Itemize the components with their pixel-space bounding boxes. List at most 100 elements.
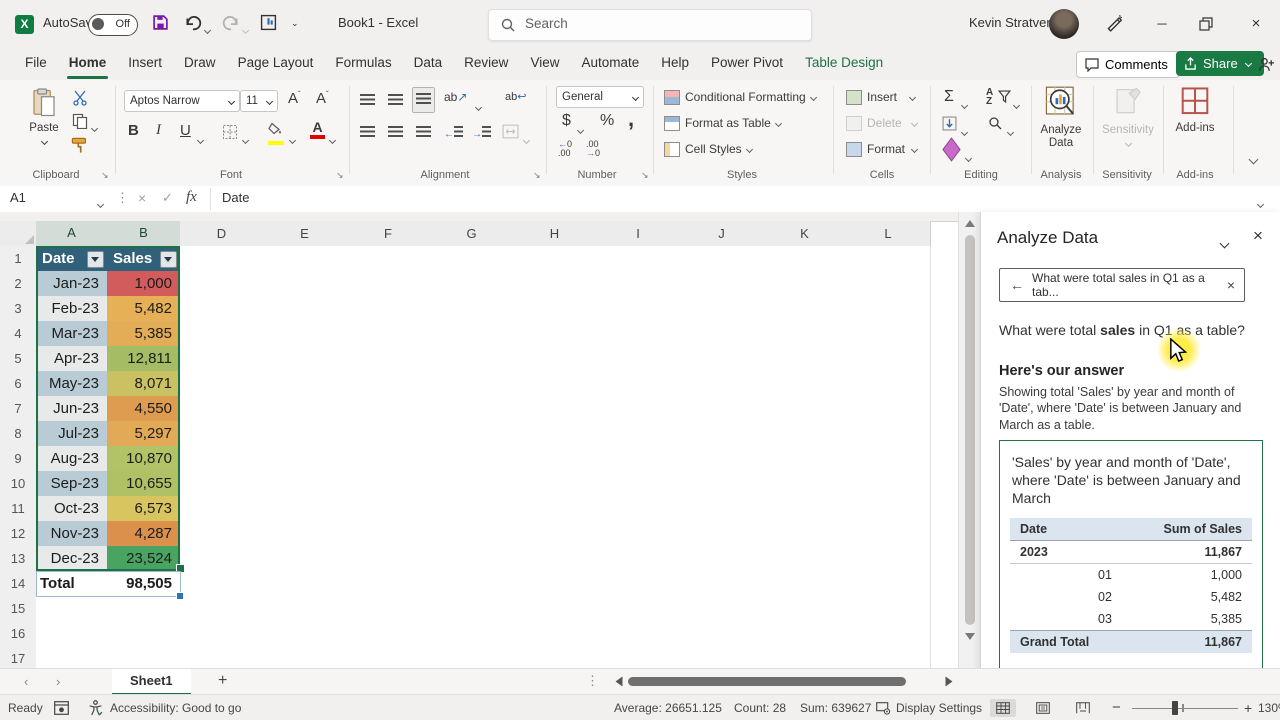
- select-all-corner[interactable]: [0, 221, 37, 247]
- clear-eraser-icon[interactable]: [942, 137, 961, 162]
- align-bottom-icon[interactable]: [412, 87, 435, 113]
- row-header-16[interactable]: 16: [0, 621, 37, 647]
- cell-E11[interactable]: [263, 496, 347, 522]
- scroll-down-icon[interactable]: [965, 633, 975, 640]
- sales-cell[interactable]: 5,482: [107, 296, 180, 321]
- autosave-toggle[interactable]: Off: [88, 14, 138, 36]
- table-header-sales[interactable]: Sales: [107, 246, 180, 271]
- cell-K6[interactable]: [763, 371, 847, 397]
- cell-E8[interactable]: [263, 421, 347, 447]
- sort-filter-icon[interactable]: AZ: [986, 88, 993, 107]
- cell-I16[interactable]: [596, 621, 681, 647]
- tab-power-pivot[interactable]: Power Pivot: [700, 48, 794, 80]
- cell-L2[interactable]: [846, 271, 931, 297]
- cell-D12[interactable]: [180, 521, 264, 547]
- row-header-6[interactable]: 6: [0, 371, 37, 397]
- cell-D11[interactable]: [180, 496, 264, 522]
- sales-cell[interactable]: 5,297: [107, 421, 180, 446]
- cell-G14[interactable]: [430, 571, 514, 597]
- cell-F1[interactable]: [346, 246, 431, 272]
- cell-I1[interactable]: [596, 246, 681, 272]
- sort-filter-chevron-icon[interactable]: [1012, 95, 1021, 113]
- cell-K17[interactable]: [763, 646, 847, 668]
- date-cell[interactable]: Jul-23: [36, 421, 107, 446]
- cell-I13[interactable]: [596, 546, 681, 572]
- cell-E17[interactable]: [263, 646, 347, 668]
- cell-I17[interactable]: [596, 646, 681, 668]
- cell-H5[interactable]: [513, 346, 597, 372]
- font-name-select[interactable]: Aptos Narrow: [124, 90, 240, 112]
- sheet-tab-active[interactable]: Sheet1: [112, 669, 191, 695]
- undo-chevron-icon[interactable]: [203, 20, 212, 38]
- row-header-9[interactable]: 9: [0, 446, 37, 472]
- table-header-date[interactable]: Date: [36, 246, 107, 271]
- align-center-icon[interactable]: [388, 124, 403, 142]
- cell-J5[interactable]: [680, 346, 764, 372]
- comma-style-button[interactable]: ,: [628, 106, 634, 132]
- cell-K7[interactable]: [763, 396, 847, 422]
- tab-draw[interactable]: Draw: [173, 48, 227, 80]
- cell-F10[interactable]: [346, 471, 431, 497]
- align-top-icon[interactable]: [360, 92, 375, 110]
- cell-D17[interactable]: [180, 646, 264, 668]
- sales-cell[interactable]: 1,000: [107, 271, 180, 296]
- cell-J2[interactable]: [680, 271, 764, 297]
- cell-H16[interactable]: [513, 621, 597, 647]
- cell-E2[interactable]: [263, 271, 347, 297]
- excel-logo-icon[interactable]: X: [15, 15, 34, 34]
- row-header-1[interactable]: 1: [0, 246, 37, 272]
- tab-formulas[interactable]: Formulas: [324, 48, 402, 80]
- orientation-icon[interactable]: ab↗: [444, 90, 467, 104]
- cell-D15[interactable]: [180, 596, 264, 622]
- sales-cell[interactable]: 4,287: [107, 521, 180, 546]
- cell-J12[interactable]: [680, 521, 764, 547]
- new-sheet-button[interactable]: +: [218, 672, 227, 690]
- cell-G15[interactable]: [430, 596, 514, 622]
- decrease-font-icon[interactable]: Aˇ: [316, 90, 329, 107]
- cell-B15[interactable]: [107, 596, 181, 622]
- cell-D1[interactable]: [180, 246, 264, 272]
- macro-record-icon[interactable]: [54, 701, 69, 715]
- cell-J9[interactable]: [680, 446, 764, 472]
- underline-button[interactable]: U: [180, 122, 191, 139]
- cell-styles-button[interactable]: Cell Styles: [664, 140, 753, 158]
- cell-E9[interactable]: [263, 446, 347, 472]
- collapse-ribbon-icon[interactable]: [1248, 150, 1259, 168]
- cell-H1[interactable]: [513, 246, 597, 272]
- cell-K16[interactable]: [763, 621, 847, 647]
- display-settings-label[interactable]: Display Settings: [896, 695, 982, 720]
- autosum-chevron-icon[interactable]: [960, 95, 969, 113]
- formula-bar-splitter[interactable]: ⋮: [116, 190, 129, 206]
- status-average[interactable]: Average: 26651.125: [614, 695, 722, 720]
- insert-cells-button[interactable]: Insert: [846, 88, 917, 106]
- normal-view-button[interactable]: [990, 699, 1016, 717]
- column-header-K[interactable]: K: [763, 221, 847, 247]
- row-header-2[interactable]: 2: [0, 271, 37, 297]
- tab-insert[interactable]: Insert: [117, 48, 173, 80]
- cell-H2[interactable]: [513, 271, 597, 297]
- cell-D13[interactable]: [180, 546, 264, 572]
- cell-H8[interactable]: [513, 421, 597, 447]
- cell-F15[interactable]: [346, 596, 431, 622]
- cell-D14[interactable]: [180, 571, 264, 597]
- cell-I10[interactable]: [596, 471, 681, 497]
- column-header-G[interactable]: G: [430, 221, 514, 247]
- page-layout-view-button[interactable]: [1030, 699, 1056, 717]
- sales-cell[interactable]: 10,655: [107, 471, 180, 496]
- vertical-scroll-thumb[interactable]: [965, 235, 975, 625]
- column-header-J[interactable]: J: [680, 221, 764, 247]
- minimize-button[interactable]: ─: [1152, 14, 1172, 34]
- touch-mouse-mode-icon[interactable]: [260, 14, 277, 31]
- tab-table-design[interactable]: Table Design: [794, 48, 894, 80]
- status-mode[interactable]: Ready: [8, 695, 43, 720]
- tab-view[interactable]: View: [519, 48, 570, 80]
- cell-J7[interactable]: [680, 396, 764, 422]
- row-header-17[interactable]: 17: [0, 646, 37, 668]
- cell-L11[interactable]: [846, 496, 931, 522]
- cell-L17[interactable]: [846, 646, 931, 668]
- cell-I2[interactable]: [596, 271, 681, 297]
- cell-K13[interactable]: [763, 546, 847, 572]
- find-chevron-icon[interactable]: [1006, 122, 1015, 140]
- cell-J11[interactable]: [680, 496, 764, 522]
- cell-G3[interactable]: [430, 296, 514, 322]
